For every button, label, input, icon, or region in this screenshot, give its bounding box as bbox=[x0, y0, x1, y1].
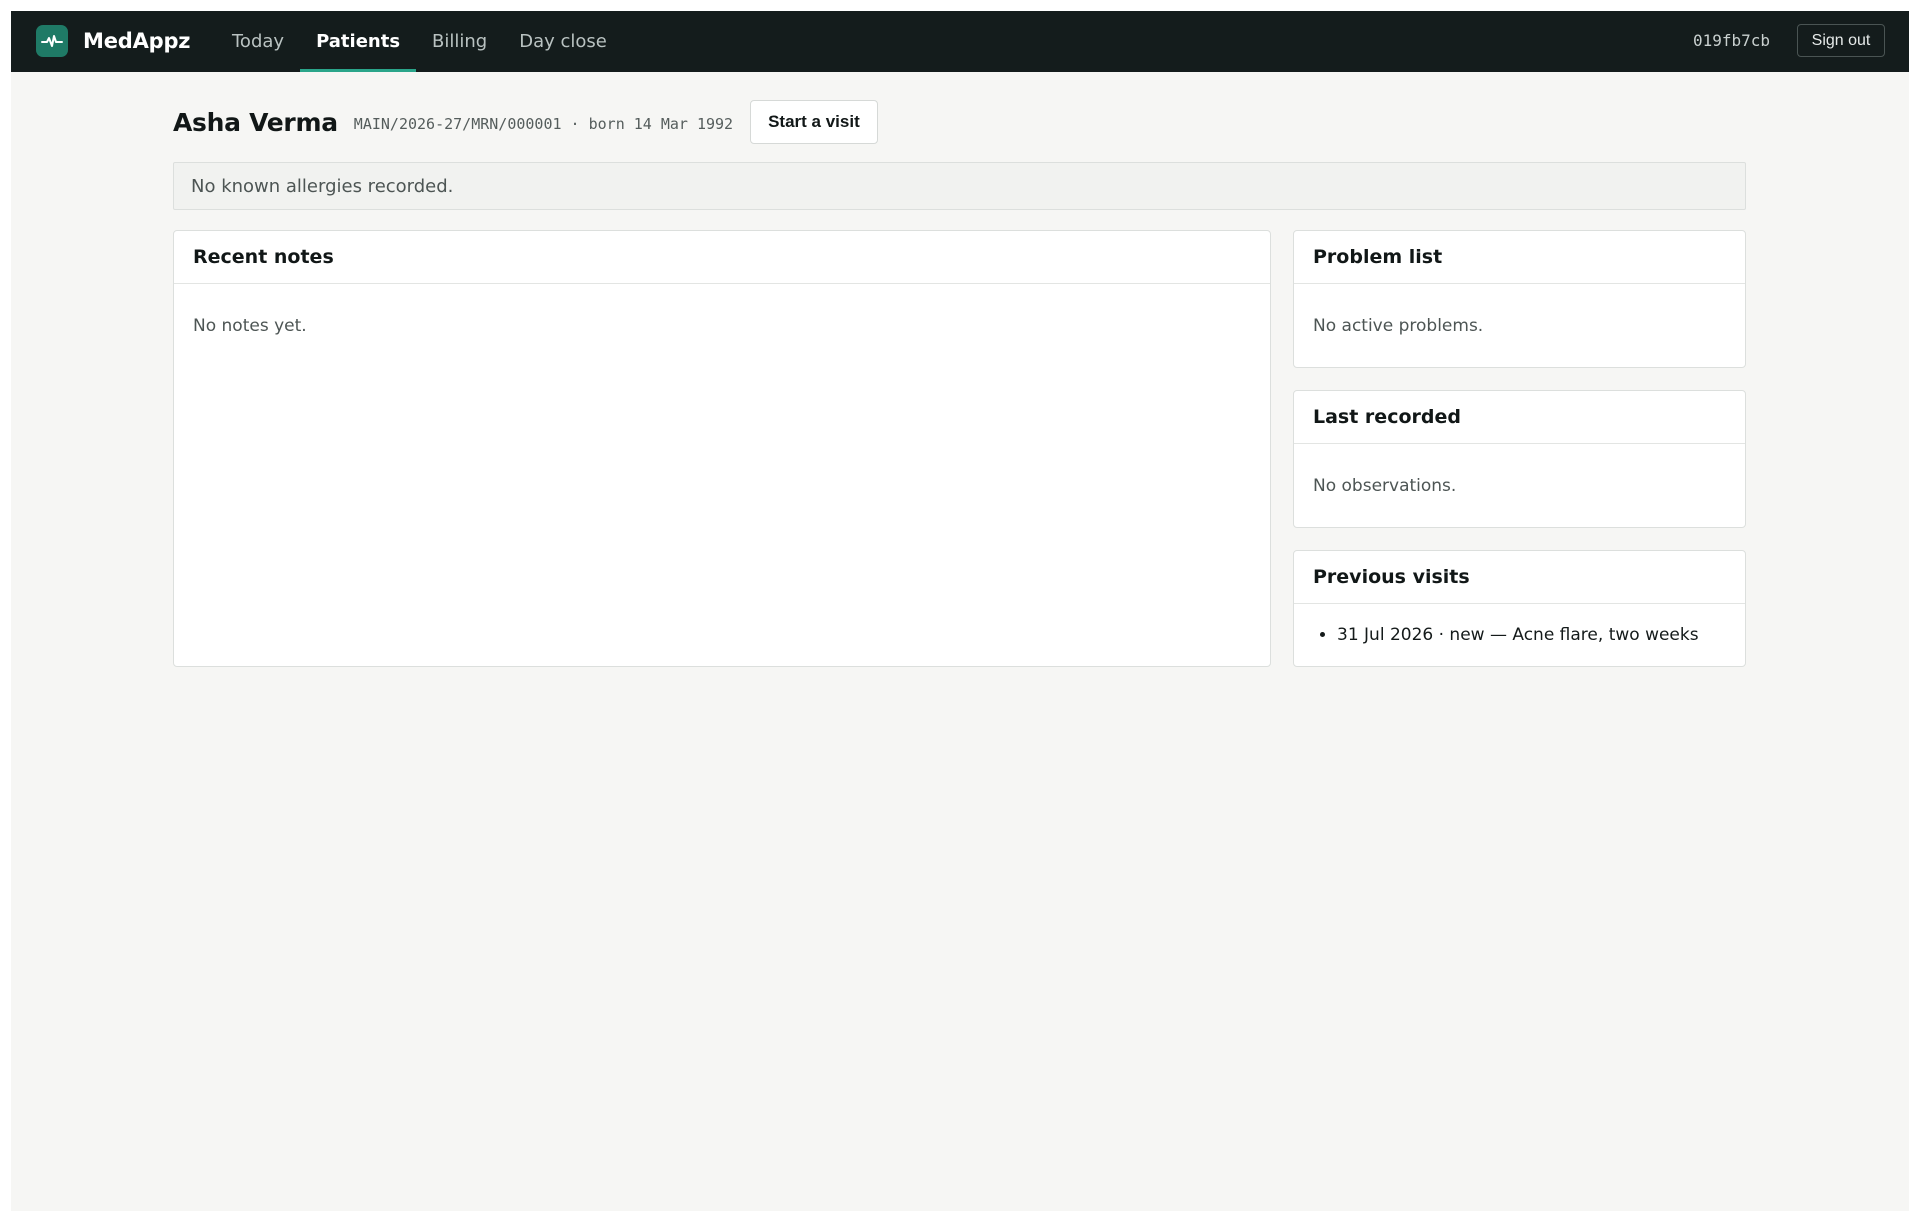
last-recorded-empty: No observations. bbox=[1313, 476, 1457, 496]
top-navbar: MedAppz Today Patients Billing Day close… bbox=[11, 11, 1909, 72]
brand[interactable]: MedAppz bbox=[36, 25, 191, 57]
recent-notes-card: Recent notes No notes yet. bbox=[173, 230, 1271, 667]
patient-header: Asha Verma MAIN/2026-27/MRN/000001 · bor… bbox=[173, 99, 878, 145]
patient-meta: MAIN/2026-27/MRN/000001 · born 14 Mar 19… bbox=[353, 115, 734, 133]
previous-visits-title: Previous visits bbox=[1294, 551, 1745, 604]
pulse-icon bbox=[36, 25, 68, 57]
last-recorded-card: Last recorded No observations. bbox=[1293, 390, 1746, 528]
start-visit-button[interactable]: Start a visit bbox=[750, 100, 878, 144]
previous-visits-card: Previous visits 31 Jul 2026 · new — Acne… bbox=[1293, 550, 1746, 667]
nav-item-day-close[interactable]: Day close bbox=[503, 11, 623, 72]
problem-list-empty: No active problems. bbox=[1313, 316, 1484, 336]
nav-item-billing[interactable]: Billing bbox=[416, 11, 503, 72]
last-recorded-title: Last recorded bbox=[1294, 391, 1745, 444]
allergy-text: No known allergies recorded. bbox=[191, 175, 454, 197]
main-nav: Today Patients Billing Day close bbox=[216, 11, 623, 72]
allergy-banner: No known allergies recorded. bbox=[173, 162, 1746, 210]
problem-list-title: Problem list bbox=[1294, 231, 1745, 284]
visit-list-item[interactable]: 31 Jul 2026 · new — Acne flare, two week… bbox=[1337, 623, 1726, 647]
recent-notes-empty: No notes yet. bbox=[193, 316, 307, 336]
recent-notes-title: Recent notes bbox=[174, 231, 1270, 284]
previous-visits-list: 31 Jul 2026 · new — Acne flare, two week… bbox=[1294, 604, 1745, 647]
sign-out-button[interactable]: Sign out bbox=[1797, 24, 1885, 57]
user-code: 019fb7cb bbox=[1693, 31, 1771, 50]
nav-item-patients[interactable]: Patients bbox=[300, 11, 417, 72]
app-frame: MedAppz Today Patients Billing Day close… bbox=[11, 11, 1909, 1211]
patient-name: Asha Verma bbox=[173, 107, 338, 137]
problem-list-card: Problem list No active problems. bbox=[1293, 230, 1746, 368]
nav-item-today[interactable]: Today bbox=[216, 11, 300, 72]
app-name: MedAppz bbox=[83, 29, 191, 53]
